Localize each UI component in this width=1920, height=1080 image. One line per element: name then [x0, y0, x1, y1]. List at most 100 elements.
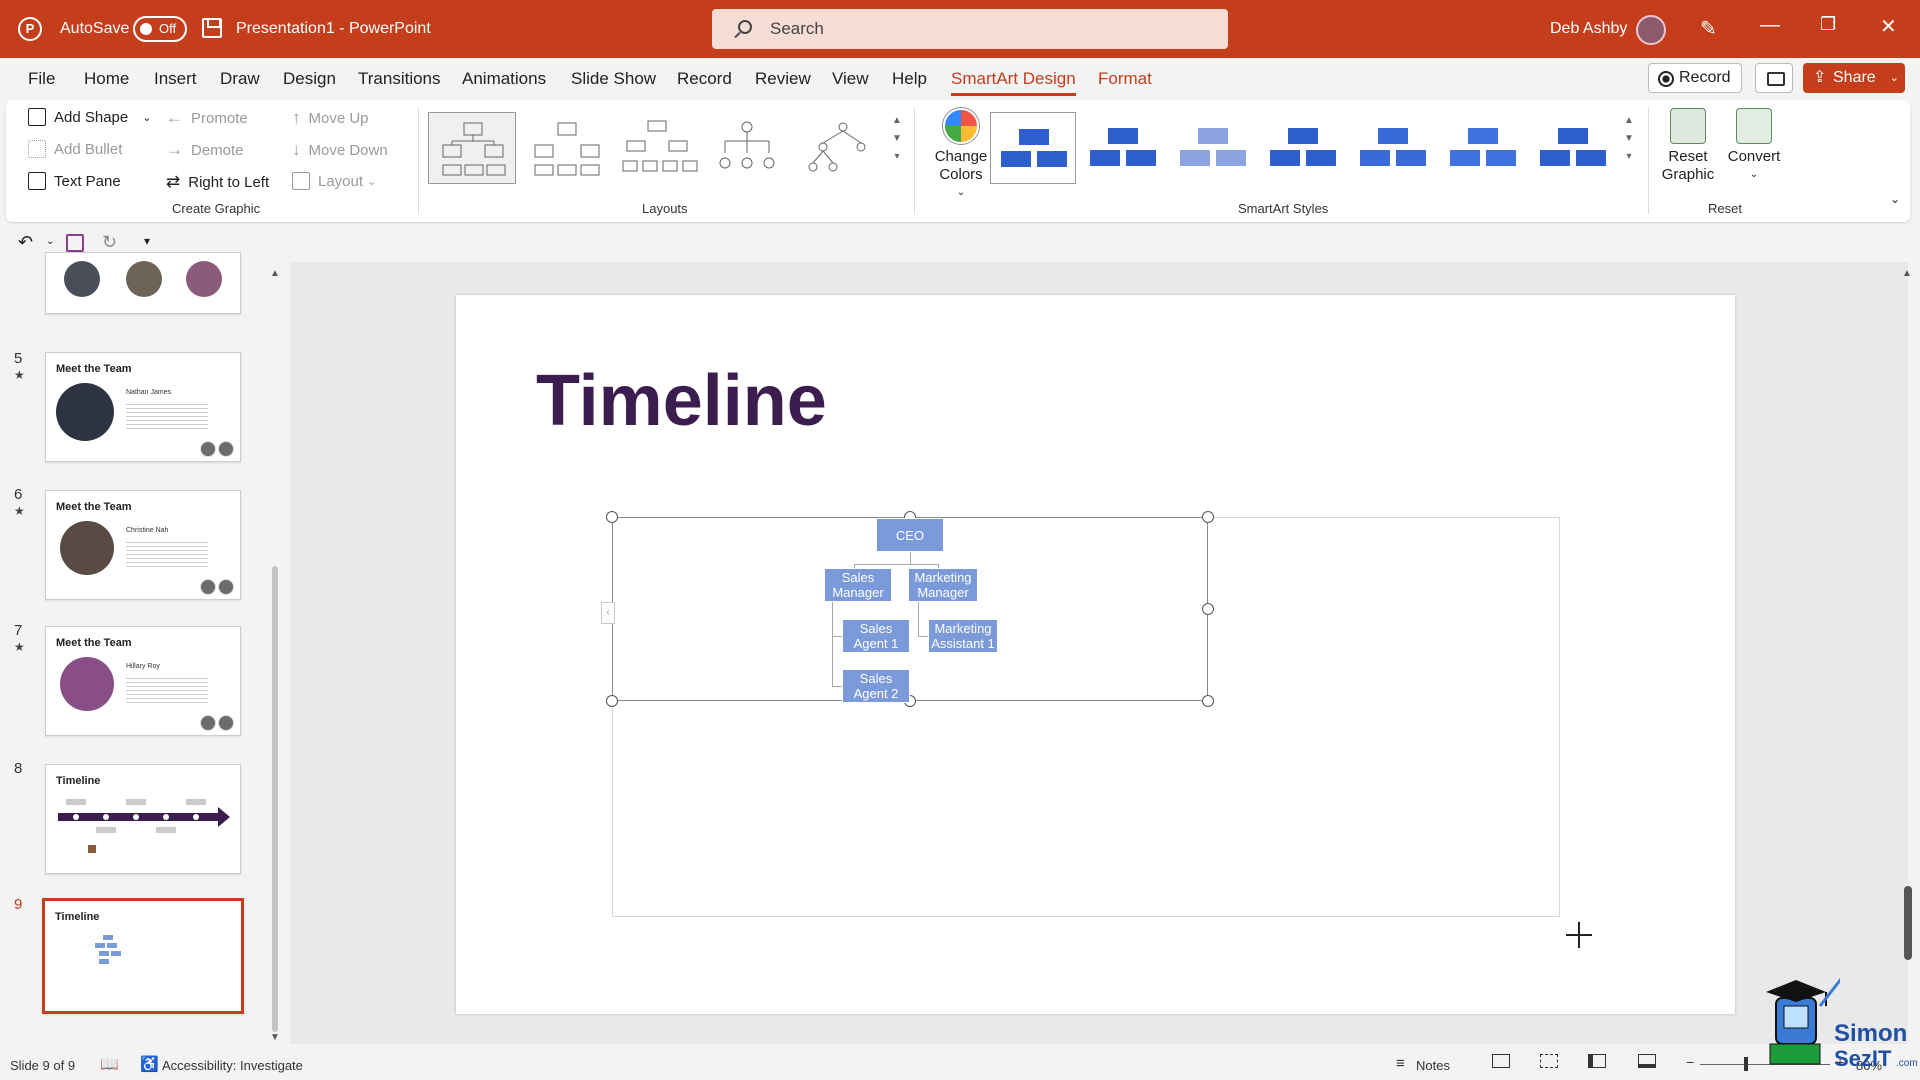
user-name[interactable]: Deb Ashby — [1550, 20, 1627, 38]
tab-help[interactable]: Help — [892, 69, 927, 89]
org-node-ceo[interactable]: CEO — [876, 518, 944, 552]
record-button[interactable]: Record — [1648, 63, 1742, 93]
smartart-style-5[interactable] — [1350, 112, 1436, 184]
undo-icon[interactable]: ↶ — [18, 232, 33, 253]
smartart-selection[interactable]: ‹ CEO Sales Manager Marketing Manager Sa… — [601, 511, 1214, 707]
chevron-down-icon[interactable]: ▼ — [270, 1032, 280, 1043]
change-colors-button[interactable]: Change Colors ⌄ — [926, 108, 996, 202]
smartart-style-3[interactable] — [1170, 112, 1256, 184]
normal-view-icon[interactable] — [1492, 1054, 1510, 1068]
chevron-up-icon[interactable]: ▲ — [270, 268, 280, 279]
customize-toolbar-icon[interactable]: ▾ — [144, 234, 150, 248]
save-icon[interactable] — [66, 234, 84, 252]
tab-draw[interactable]: Draw — [220, 69, 260, 89]
reset-graphic-button[interactable]: Reset Graphic — [1658, 108, 1718, 184]
zoom-out-icon[interactable]: − — [1686, 1054, 1694, 1070]
page-title[interactable]: Timeline — [536, 360, 827, 442]
panel-scrollbar-thumb[interactable] — [272, 566, 278, 1032]
resize-handle[interactable] — [606, 511, 618, 523]
close-icon[interactable]: ✕ — [1880, 14, 1897, 39]
text-pane-toggle-icon[interactable]: ‹ — [601, 602, 615, 624]
slide-thumbnail[interactable]: Meet the Team Hillary Roy — [45, 626, 241, 736]
slide-thumbnail[interactable] — [45, 252, 241, 314]
chevron-down-icon[interactable]: ⌄ — [46, 236, 54, 247]
layout-thumb-circle-hierarchy[interactable] — [702, 112, 790, 184]
smartart-style-1[interactable] — [990, 112, 1076, 184]
reading-view-icon[interactable] — [1588, 1054, 1606, 1068]
search-box[interactable]: Search — [712, 9, 1228, 49]
add-bullet-button[interactable]: Add Bullet — [28, 140, 122, 158]
promote-button[interactable]: ← Promote — [166, 108, 248, 128]
tab-review[interactable]: Review — [755, 69, 811, 89]
comments-button[interactable] — [1755, 63, 1793, 93]
tab-insert[interactable]: Insert — [154, 69, 197, 89]
more-icon[interactable]: ▾ — [890, 148, 904, 166]
minimize-icon[interactable]: — — [1760, 14, 1780, 37]
convert-button[interactable]: Convert ⌄ — [1722, 108, 1786, 184]
tab-record[interactable]: Record — [677, 69, 732, 89]
slide-thumbnail[interactable]: Meet the Team Nathan James — [45, 352, 241, 462]
text-pane-button[interactable]: Text Pane — [28, 172, 121, 190]
tab-smartart-design[interactable]: SmartArt Design — [951, 69, 1076, 96]
org-node-sales-agent-1[interactable]: Sales Agent 1 — [842, 619, 910, 653]
autosave-toggle[interactable]: Off — [133, 16, 187, 42]
spelling-book-icon[interactable]: 📖 — [100, 1055, 119, 1073]
accessibility-status[interactable]: Accessibility: Investigate — [162, 1058, 303, 1073]
tab-slide-show[interactable]: Slide Show — [571, 69, 656, 89]
more-icon[interactable]: ▾ — [1622, 148, 1636, 166]
tab-file[interactable]: File — [28, 69, 55, 89]
redo-icon[interactable]: ↻ — [102, 232, 117, 253]
accessibility-icon[interactable]: ♿ — [140, 1055, 159, 1073]
chevron-down-icon[interactable]: ▼ — [890, 130, 904, 148]
move-up-button[interactable]: ↑ Move Up — [292, 108, 369, 128]
layout-thumb-half-circle-org[interactable] — [612, 112, 700, 184]
add-shape-button[interactable]: Add Shape ⌄ — [28, 108, 151, 126]
avatar[interactable] — [1636, 15, 1666, 45]
tab-transitions[interactable]: Transitions — [358, 69, 441, 89]
smartart-style-2[interactable] — [1080, 112, 1166, 184]
slide-thumbnail-active[interactable]: Timeline — [42, 898, 244, 1014]
styles-scroll-controls[interactable]: ▲ ▼ ▾ — [1622, 112, 1636, 166]
layout-thumb-name-title-org[interactable] — [522, 112, 610, 184]
org-node-marketing-manager[interactable]: Marketing Manager — [908, 568, 978, 602]
tab-design[interactable]: Design — [283, 69, 336, 89]
layout-button[interactable]: Layout ⌄ — [292, 172, 376, 190]
smartart-style-4[interactable] — [1260, 112, 1346, 184]
chevron-up-icon[interactable]: ▲ — [1902, 268, 1912, 279]
tab-format[interactable]: Format — [1098, 69, 1152, 89]
layout-thumb-org-chart[interactable] — [428, 112, 516, 184]
canvas-scrollbar-thumb[interactable] — [1904, 886, 1912, 960]
designer-pen-icon[interactable]: ✎ — [1700, 16, 1717, 41]
move-down-button[interactable]: ↓ Move Down — [292, 140, 388, 160]
tab-home[interactable]: Home — [84, 69, 129, 89]
chevron-down-icon[interactable]: ⌄ — [1890, 63, 1899, 93]
slideshow-view-icon[interactable] — [1638, 1054, 1656, 1068]
org-node-marketing-assistant-1[interactable]: Marketing Assistant 1 — [928, 619, 998, 653]
chevron-down-icon[interactable]: ⌄ — [142, 111, 151, 124]
save-icon[interactable] — [202, 18, 222, 38]
share-button[interactable]: Share ⇪ ⌄ — [1803, 63, 1905, 93]
restore-icon[interactable]: ❐ — [1820, 14, 1836, 35]
org-node-sales-agent-2[interactable]: Sales Agent 2 — [842, 669, 910, 703]
resize-handle[interactable] — [1202, 511, 1214, 523]
demote-button[interactable]: → Demote — [166, 140, 244, 160]
right-to-left-button[interactable]: ⇄ Right to Left — [166, 172, 269, 192]
chevron-up-icon[interactable]: ▲ — [1622, 112, 1636, 130]
chevron-up-icon[interactable]: ▲ — [890, 112, 904, 130]
resize-handle[interactable] — [606, 695, 618, 707]
chevron-down-icon[interactable]: ▼ — [1622, 130, 1636, 148]
notes-icon[interactable]: ≡ — [1396, 1055, 1405, 1072]
resize-handle[interactable] — [1202, 695, 1214, 707]
slide[interactable]: Timeline ‹ CEO Sales Manager Marketing M… — [456, 295, 1735, 1014]
slide-sorter-icon[interactable] — [1540, 1054, 1558, 1068]
org-node-sales-manager[interactable]: Sales Manager — [824, 568, 892, 602]
notes-button[interactable]: Notes — [1416, 1058, 1450, 1073]
tab-animations[interactable]: Animations — [462, 69, 546, 89]
smartart-style-7[interactable] — [1530, 112, 1616, 184]
slide-thumbnail[interactable]: Meet the Team Christine Nah — [45, 490, 241, 600]
layout-thumb-labeled-hierarchy[interactable] — [792, 112, 880, 184]
smartart-style-6[interactable] — [1440, 112, 1526, 184]
collapse-ribbon-icon[interactable]: ⌄ — [1890, 192, 1900, 206]
layouts-scroll-controls[interactable]: ▲ ▼ ▾ — [890, 112, 904, 166]
tab-view[interactable]: View — [832, 69, 869, 89]
